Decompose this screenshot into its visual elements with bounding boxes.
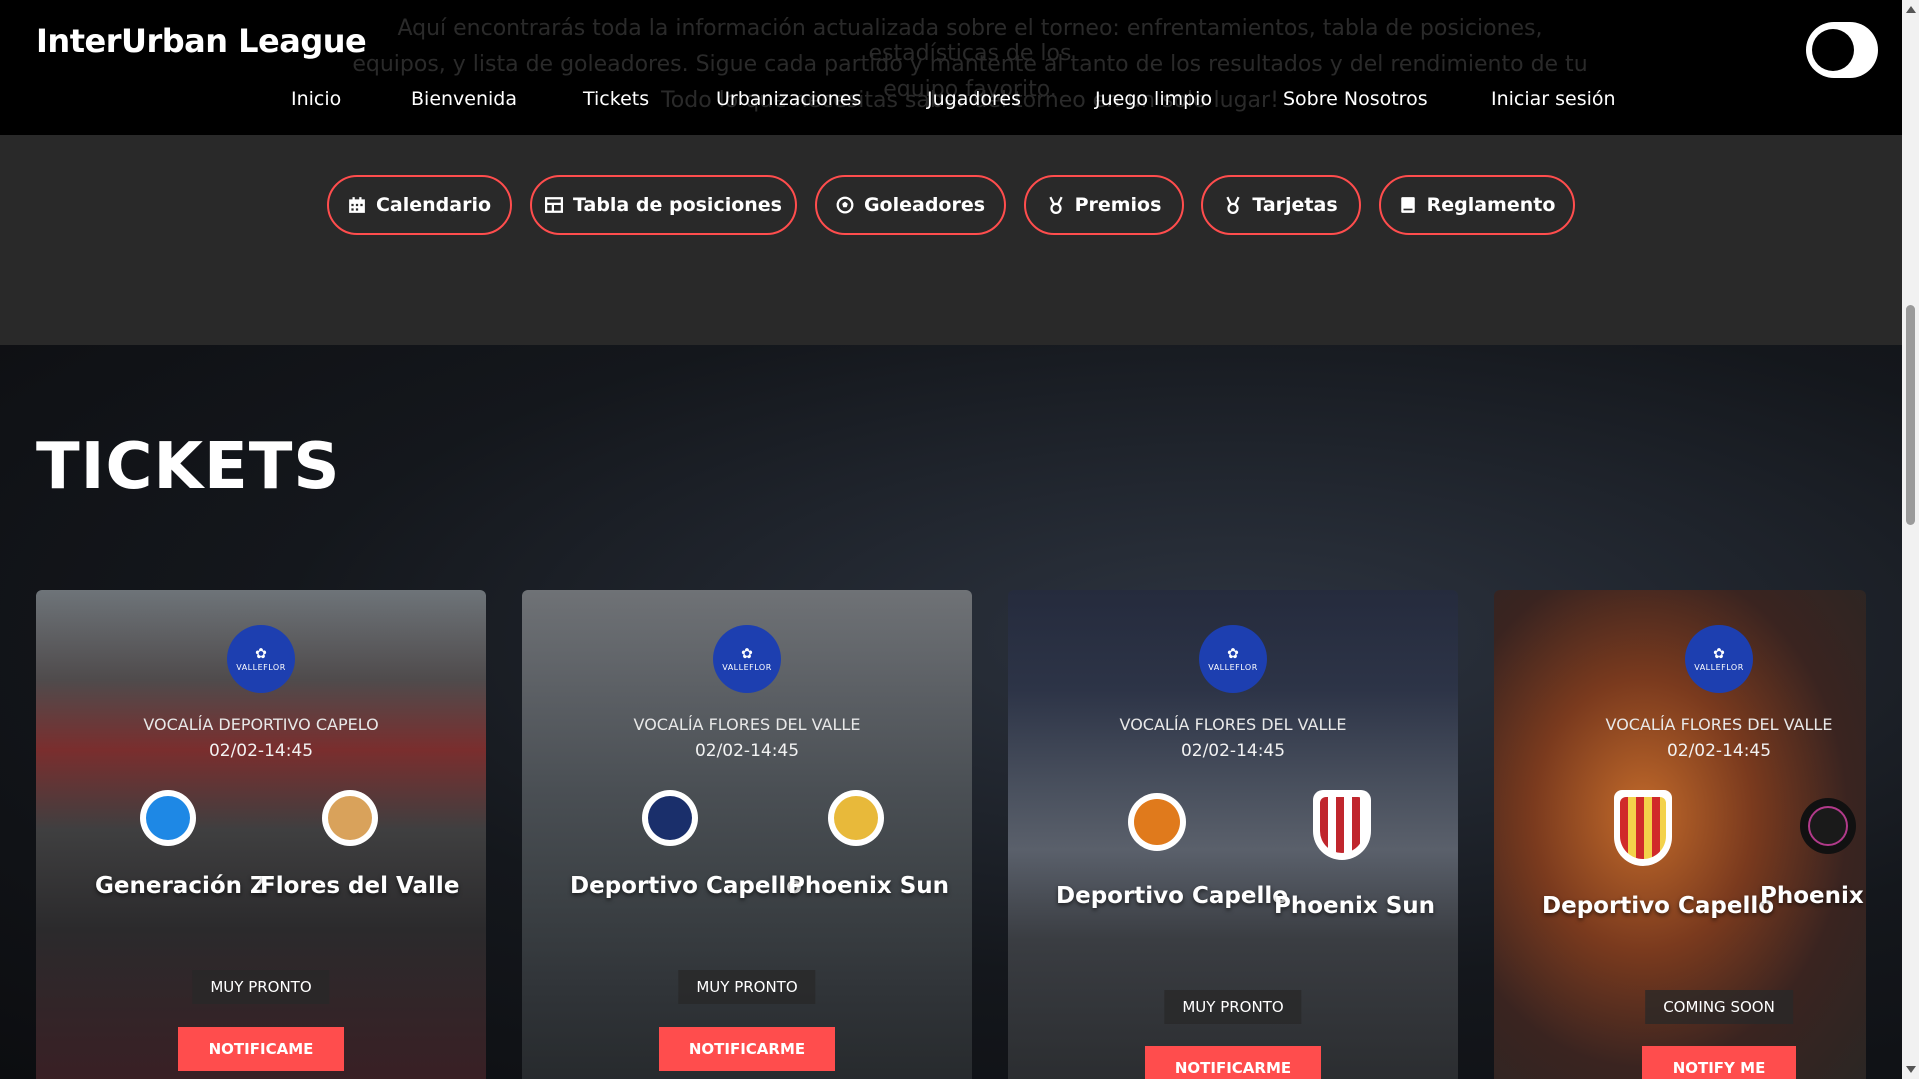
reglamento-button[interactable]: Reglamento [1379,175,1575,235]
tarjetas-label: Tarjetas [1252,194,1338,216]
premios-button[interactable]: Premios [1024,175,1184,235]
nav-tickets[interactable]: Tickets [583,88,649,110]
flower-icon: ✿ [741,645,753,662]
status-badge: COMING SOON [1645,990,1793,1024]
theme-toggle[interactable] [1806,22,1878,78]
ticket-card: ✿ VALLEFLOR VOCALÍA FLORES DEL VALLE 02/… [522,590,972,1079]
nav-urbanizaciones[interactable]: Urbanizaciones [716,88,861,110]
medal-icon [1048,196,1063,214]
home-team-logo [642,790,698,846]
tickets-section: TICKETS ✿ VALLEFLOR VOCALÍA DEPORTIVO CA… [0,345,1902,1079]
away-team-logo [828,790,884,846]
away-team-name: Phoenix Sun [788,873,950,899]
nav-jugadores[interactable]: Jugadores [927,88,1021,110]
vocalia-label: VOCALÍA DEPORTIVO CAPELO [143,715,379,734]
away-team-logo [1800,798,1856,854]
soccer-ball-icon [836,196,854,214]
calendario-button[interactable]: Calendario [327,175,512,235]
calendario-label: Calendario [375,194,492,216]
toggle-knob [1812,29,1854,71]
ticket-card: ✿ VALLEFLOR VOCALÍA DEPORTIVO CAPELO 02/… [36,590,486,1079]
medal-icon [1226,196,1240,214]
tabla-posiciones-button[interactable]: Tabla de posiciones [530,175,797,235]
away-team-logo [322,790,378,846]
scroll-up-arrow-icon[interactable] [1906,6,1916,13]
league-badge: ✿ VALLEFLOR [227,625,295,693]
match-datetime: 02/02-14:45 [1666,741,1772,761]
main-nav: Inicio Bienvenida Tickets Urbanizaciones… [0,88,1902,118]
notify-button[interactable]: NOTIFICARME [659,1027,835,1071]
notify-button[interactable]: NOTIFICAME [178,1027,344,1071]
vocalia-label: VOCALÍA FLORES DEL VALLE [1605,715,1833,734]
nav-inicio[interactable]: Inicio [291,88,341,110]
ticket-card: ✿ VALLEFLOR VOCALÍA FLORES DEL VALLE 02/… [1494,590,1866,1079]
goleadores-label: Goleadores [863,194,986,216]
away-team-logo [1313,790,1371,860]
league-badge-text: VALLEFLOR [1208,662,1258,672]
ticket-card: ✿ VALLEFLOR VOCALÍA FLORES DEL VALLE 02/… [1008,590,1458,1079]
nav-iniciar-sesion[interactable]: Iniciar sesión [1491,88,1616,110]
nav-sobre-nosotros[interactable]: Sobre Nosotros [1283,88,1428,110]
brand-logo-text[interactable]: InterUrban League [36,22,367,60]
league-badge-text: VALLEFLOR [236,662,286,672]
status-badge: MUY PRONTO [1164,990,1302,1024]
notify-button[interactable]: NOTIFY ME [1642,1046,1796,1079]
away-team-name: Phoenix S [1760,883,1866,909]
section-title: TICKETS [36,430,341,504]
league-badge-text: VALLEFLOR [722,662,772,672]
flower-icon: ✿ [1227,645,1239,662]
flower-icon: ✿ [255,645,267,662]
tarjetas-button[interactable]: Tarjetas [1201,175,1361,235]
scroll-down-arrow-icon[interactable] [1906,1066,1916,1073]
tabla-posiciones-label: Tabla de posiciones [572,194,782,216]
match-datetime: 02/02-14:45 [1180,741,1286,761]
match-datetime: 02/02-14:45 [208,741,314,761]
home-team-name: Deportivo Capello [1542,893,1775,919]
vocalia-label: VOCALÍA FLORES DEL VALLE [633,715,861,734]
league-badge: ✿ VALLEFLOR [1685,625,1753,693]
away-team-name: Flores del Valle [260,873,460,899]
league-badge-text: VALLEFLOR [1694,662,1744,672]
home-team-name: Deportivo Capello [570,873,803,899]
page-scrollbar[interactable] [1902,0,1919,1079]
home-team-logo [1614,790,1672,866]
home-team-name: Deportivo Capello [1056,883,1289,909]
home-team-logo [1128,793,1186,851]
site-header: Aquí encontrarás toda la información act… [0,0,1902,135]
home-team-name: Generación Z [95,873,267,899]
book-icon [1400,197,1415,213]
table-icon [544,197,563,213]
notify-button[interactable]: NOTIFICARME [1145,1046,1321,1079]
match-datetime: 02/02-14:45 [694,741,800,761]
home-team-logo [140,790,196,846]
status-badge: MUY PRONTO [678,970,816,1004]
status-badge: MUY PRONTO [192,970,330,1004]
calendar-icon [349,197,365,213]
nav-juego-limpio[interactable]: Juego limpio [1095,88,1212,110]
vocalia-label: VOCALÍA FLORES DEL VALLE [1119,715,1347,734]
league-badge: ✿ VALLEFLOR [1199,625,1267,693]
away-team-name: Phoenix Sun [1274,893,1436,919]
flower-icon: ✿ [1713,645,1725,662]
reglamento-label: Reglamento [1426,194,1556,216]
nav-bienvenida[interactable]: Bienvenida [411,88,517,110]
quick-links-band: Calendario Tabla de posiciones Goleadore… [0,135,1902,345]
goleadores-button[interactable]: Goleadores [815,175,1006,235]
scrollbar-thumb[interactable] [1906,305,1915,525]
premios-label: Premios [1074,194,1162,216]
league-badge: ✿ VALLEFLOR [713,625,781,693]
